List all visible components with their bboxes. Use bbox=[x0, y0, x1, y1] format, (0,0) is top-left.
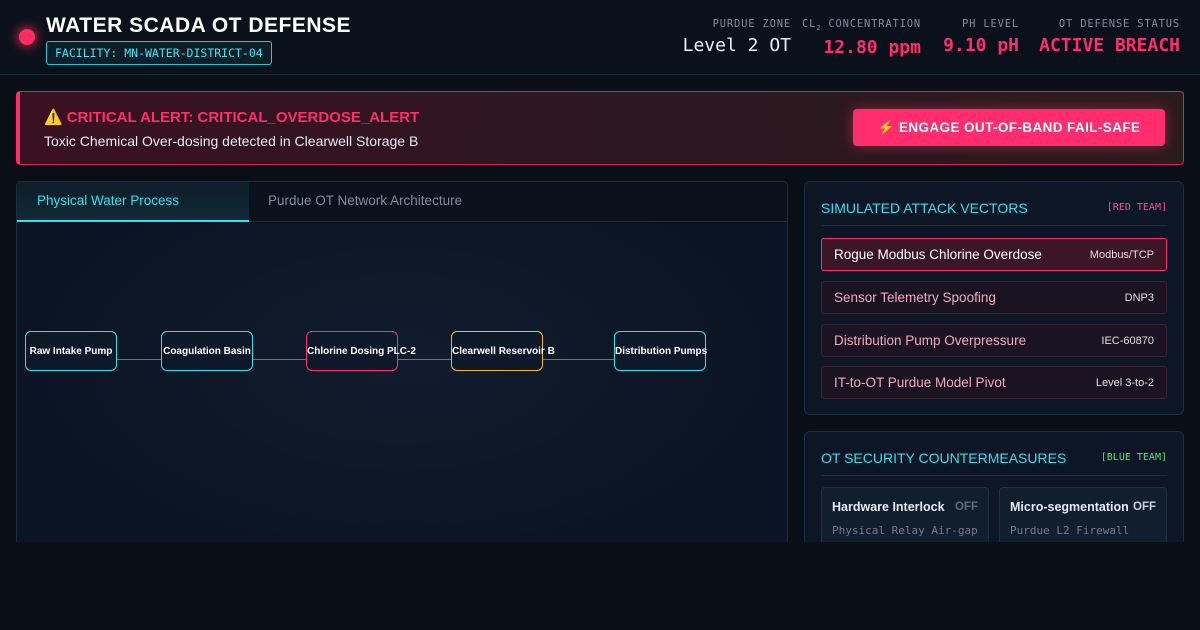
metric-value: ACTIVE BREACH bbox=[1039, 35, 1180, 56]
attack-vectors-panel: SIMULATED ATTACK VECTORS [RED TEAM] Rogu… bbox=[804, 181, 1184, 415]
metric-label: CL2 CONCENTRATION bbox=[802, 18, 921, 33]
attack-vector-protocol: IEC-60870 bbox=[1101, 335, 1154, 347]
attack-vector-name: Sensor Telemetry Spoofing bbox=[834, 290, 996, 305]
warning-icon: ⚠️ bbox=[44, 109, 63, 126]
countermeasure-hardware-interlock[interactable]: Hardware Interlock OFF Physical Relay Ai… bbox=[821, 487, 989, 547]
countermeasure-state[interactable]: OFF bbox=[1133, 501, 1156, 513]
metric-value: Level 2 OT bbox=[682, 35, 791, 56]
tab-purdue-architecture[interactable]: Purdue OT Network Architecture bbox=[248, 182, 482, 222]
attack-vector-protocol: DNP3 bbox=[1124, 292, 1154, 304]
metric-label: PURDUE ZONE bbox=[712, 18, 791, 30]
countermeasure-name: Micro-segmentation bbox=[1010, 500, 1129, 514]
node-chlorine-dosing-plc[interactable]: Chlorine Dosing PLC-2 bbox=[306, 331, 416, 371]
attack-vector-name: Distribution Pump Overpressure bbox=[834, 333, 1027, 348]
countermeasure-description: Physical Relay Air-gap bbox=[832, 524, 978, 537]
viewport-cutoff bbox=[0, 542, 1200, 630]
attack-vector-name: Rogue Modbus Chlorine Overdose bbox=[834, 247, 1042, 262]
attack-vector-protocol: Modbus/TCP bbox=[1089, 249, 1154, 261]
attack-vector-item[interactable]: Distribution Pump Overpressure IEC-60870 bbox=[821, 324, 1167, 357]
countermeasure-micro-segmentation[interactable]: Micro-segmentation OFF Purdue L2 Firewal… bbox=[999, 487, 1167, 547]
attack-vector-item[interactable]: Sensor Telemetry Spoofing DNP3 bbox=[821, 281, 1167, 314]
node-distribution-pumps[interactable]: Distribution Pumps bbox=[614, 331, 707, 371]
engage-failsafe-button[interactable]: ⚡ ENGAGE OUT-OF-BAND FAIL-SAFE bbox=[853, 109, 1165, 146]
critical-alert-banner: ⚠️ CRITICAL ALERT: CRITICAL_OVERDOSE_ALER… bbox=[16, 91, 1184, 165]
attack-vector-name: IT-to-OT Purdue Model Pivot bbox=[834, 375, 1006, 390]
countermeasure-name: Hardware Interlock bbox=[832, 500, 945, 514]
node-clearwell-reservoir[interactable]: Clearwell Reservoir B bbox=[451, 331, 555, 371]
node-coagulation-basin[interactable]: Coagulation Basin bbox=[161, 331, 253, 371]
metric-ot-defense-status: OT DEFENSE STATUS ACTIVE BREACH bbox=[1039, 18, 1180, 56]
metric-chlorine-concentration: CL2 CONCENTRATION 12.80 ppm bbox=[802, 18, 921, 58]
countermeasure-description: Purdue L2 Firewall bbox=[1010, 524, 1130, 537]
red-team-tag: [RED TEAM] bbox=[1106, 202, 1167, 213]
metric-value: 9.10 pH bbox=[943, 35, 1019, 56]
metric-ph-level: PH LEVEL 9.10 pH bbox=[943, 18, 1019, 56]
failsafe-button-label: ENGAGE OUT-OF-BAND FAIL-SAFE bbox=[898, 119, 1141, 135]
attack-vector-item[interactable]: Rogue Modbus Chlorine Overdose Modbus/TC… bbox=[821, 238, 1167, 271]
attack-vectors-title: SIMULATED ATTACK VECTORS bbox=[821, 200, 1028, 216]
tab-physical-topology[interactable]: Physical Water Process Topology bbox=[17, 182, 249, 246]
topology-panel: Physical Water Process Topology Purdue O… bbox=[16, 181, 788, 561]
facility-badge: FACILITY: MN-WATER-DISTRICT-04 bbox=[46, 41, 272, 65]
node-raw-intake-pump[interactable]: Raw Intake Pump bbox=[25, 331, 117, 371]
topology-canvas bbox=[17, 223, 787, 560]
attack-vectors-header: SIMULATED ATTACK VECTORS [RED TEAM] bbox=[821, 182, 1167, 226]
breach-status-indicator bbox=[19, 29, 35, 45]
alert-message: Toxic Chemical Over-dosing detected in C… bbox=[44, 133, 419, 149]
countermeasures-header: OT SECURITY COUNTERMEASURES [BLUE TEAM] bbox=[821, 432, 1167, 476]
metric-label: PH LEVEL bbox=[962, 18, 1019, 30]
attack-vector-protocol: Level 3-to-2 bbox=[1095, 377, 1154, 389]
countermeasure-state[interactable]: OFF bbox=[955, 501, 978, 513]
attack-vector-item[interactable]: IT-to-OT Purdue Model Pivot Level 3-to-2 bbox=[821, 366, 1167, 399]
lightning-icon: ⚡ bbox=[877, 119, 895, 135]
app-header: WATER SCADA OT DEFENSE FACILITY: MN-WATE… bbox=[0, 0, 1200, 75]
blue-team-tag: [BLUE TEAM] bbox=[1100, 452, 1167, 463]
countermeasures-title: OT SECURITY COUNTERMEASURES bbox=[821, 450, 1067, 466]
view-tabs: Physical Water Process Topology Purdue O… bbox=[17, 182, 787, 246]
metric-value: 12.80 ppm bbox=[823, 37, 921, 59]
app-title: WATER SCADA OT DEFENSE bbox=[46, 14, 352, 37]
metric-label: OT DEFENSE STATUS bbox=[1058, 18, 1180, 30]
metric-purdue-zone: PURDUE ZONE Level 2 OT bbox=[683, 18, 791, 56]
alert-title: ⚠️ CRITICAL ALERT: CRITICAL_OVERDOSE_ALER… bbox=[44, 109, 420, 126]
